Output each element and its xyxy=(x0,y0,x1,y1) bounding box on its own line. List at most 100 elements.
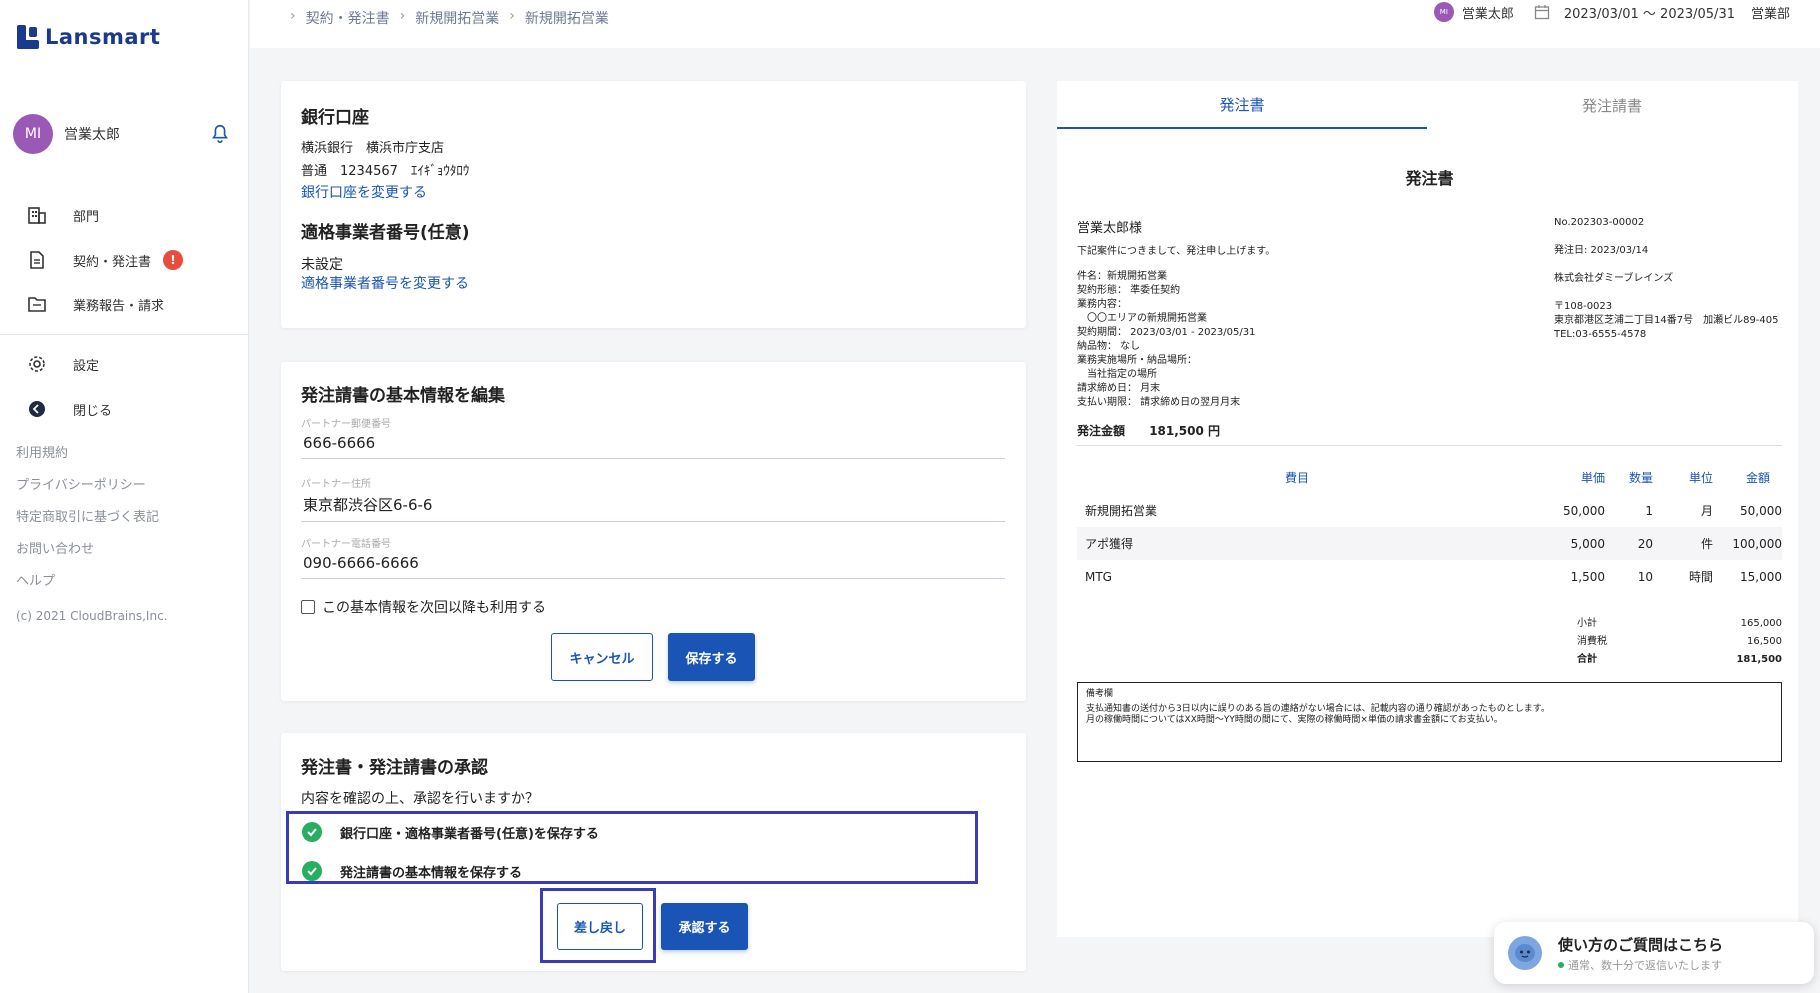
cancel-button[interactable]: キャンセル xyxy=(551,633,653,681)
cell-item: アポ獲得 xyxy=(1085,537,1134,551)
cell-item: 新規開拓営業 xyxy=(1085,504,1158,518)
sidebar-item-reports[interactable]: 業務報告・請求 xyxy=(25,289,164,319)
invoice-value: 未設定 xyxy=(301,257,343,273)
user-name: 営業太郎 xyxy=(64,127,120,143)
document-preview: 発注書 発注請書 発注書 営業太郎様 下記案件につきまして、発注申し上げます。 … xyxy=(1057,81,1798,937)
cell-price: 5,000 xyxy=(1570,536,1605,551)
chat-sub: 通常、数十分で返信いたします xyxy=(1568,958,1722,972)
basic-title: 発注請書の基本情報を編集 xyxy=(301,386,505,406)
detail-line: 業務内容： xyxy=(1077,299,1127,310)
link-contact[interactable]: お問い合わせ xyxy=(16,540,159,572)
phone-field[interactable]: パートナー電話番号 090-6666-6666 xyxy=(301,535,1005,579)
gear-icon xyxy=(25,352,49,376)
order-amount: 発注金額 181,500 円 xyxy=(1077,422,1220,439)
check-label: 銀行口座・適格事業者番号(任意)を保存する xyxy=(340,826,599,842)
user-profile: MI 営業太郎 xyxy=(13,114,231,154)
sidebar-item-label: 業務報告・請求 xyxy=(73,298,165,314)
approval-question: 内容を確認の上、承認を行いますか？ xyxy=(301,791,539,807)
link-legal[interactable]: 特定商取引に基づく表記 xyxy=(16,508,159,540)
building-icon xyxy=(25,203,49,227)
cell-price: 1,500 xyxy=(1570,569,1605,584)
cell-qty: 10 xyxy=(1637,569,1653,584)
cell-price: 50,000 xyxy=(1563,503,1605,518)
divider xyxy=(1077,445,1782,446)
checks-highlight: 銀行口座・適格事業者番号(任意)を保存する 発注請書の基本情報を保存する xyxy=(286,811,978,884)
cell-amount: 15,000 xyxy=(1740,569,1782,584)
bank-card: 銀行口座 横浜銀行 横浜市庁支店 普通 1234567 ｴｲｷﾞｮｳﾀﾛｳ 銀行… xyxy=(281,81,1026,328)
field-label: パートナー電話番号 xyxy=(301,539,391,550)
reuse-checkbox-row[interactable]: この基本情報を次回以降も利用する xyxy=(301,597,546,617)
detail-line: 納品物： なし xyxy=(1077,341,1141,352)
check-circle-icon xyxy=(302,822,322,842)
chat-title: 使い方のご質問はこちら xyxy=(1558,935,1724,954)
tax-row: 消費税 16,500 xyxy=(1577,633,1782,651)
detail-line: 当社指定の場所 xyxy=(1077,369,1157,380)
link-help[interactable]: ヘルプ xyxy=(16,572,159,604)
table-row: アポ獲得 5,000 20 件 100,000 xyxy=(1077,527,1782,560)
sidebar-item-close[interactable]: 閉じる xyxy=(25,394,112,424)
change-invoice-link[interactable]: 適格事業者番号を変更する xyxy=(301,273,469,293)
doc-title: 発注書 xyxy=(1405,169,1454,188)
tax-label: 消費税 xyxy=(1577,636,1607,647)
detail-line: 請求締め日： 月末 xyxy=(1077,383,1161,394)
total-label: 合計 xyxy=(1577,654,1597,665)
change-bank-link[interactable]: 銀行口座を変更する xyxy=(301,182,427,202)
sidebar-item-label: 契約・発注書 xyxy=(73,254,152,270)
reject-button[interactable]: 差し戻し xyxy=(557,903,643,950)
cell-qty: 1 xyxy=(1645,503,1653,518)
sidebar-item-settings[interactable]: 設定 xyxy=(25,349,99,379)
notes-line: 月の稼働時間についてはXX時間〜YY時間の間にて、実際の稼働時間×単価の請求書金… xyxy=(1086,715,1503,725)
address-input[interactable]: 東京都渋谷区6-6-6 xyxy=(301,490,1005,522)
avatar[interactable]: MI xyxy=(1433,2,1454,22)
breadcrumb-item: 新規開拓営業 xyxy=(524,11,609,27)
doc-intro: 下記案件につきまして、発注申し上げます。 xyxy=(1077,246,1276,257)
alert-icon: ! xyxy=(163,250,184,270)
check-label: 発注請書の基本情報を保存する xyxy=(340,865,523,881)
breadcrumb-item[interactable]: 新規開拓営業 xyxy=(415,8,499,28)
amount-label: 発注金額 xyxy=(1077,424,1126,438)
notes-title: 備考欄 xyxy=(1086,689,1114,699)
table-row: MTG 1,500 10 時間 15,000 xyxy=(1077,560,1782,593)
cell-amount: 50,000 xyxy=(1740,503,1782,518)
address-field[interactable]: パートナー住所 東京都渋谷区6-6-6 xyxy=(301,475,1005,522)
logo-text: Lansmart xyxy=(45,25,161,49)
issuer-block: No.202303-00002 発注日: 2023/03/14 株式会社ダミーブ… xyxy=(1554,216,1779,342)
approval-title: 発注書・発注請書の承認 xyxy=(301,758,488,778)
header-user-name: 営業太郎 xyxy=(1461,6,1514,22)
table-row: 新規開拓営業 50,000 1 月 50,000 xyxy=(1077,494,1782,527)
help-chat-widget[interactable]: 使い方のご質問はこちら 通常、数十分で返信いたします xyxy=(1494,922,1814,984)
doc-number: No.202303-00002 xyxy=(1554,217,1645,228)
save-button[interactable]: 保存する xyxy=(668,633,755,681)
app-logo[interactable]: Lansmart xyxy=(17,25,160,49)
phone-input[interactable]: 090-6666-6666 xyxy=(301,550,1005,579)
footer-links: 利用規約 プライバシーポリシー 特定商取引に基づく表記 お問い合わせ ヘルプ xyxy=(16,444,159,604)
notes-box: 備考欄 支払通知書の送付から3日以内に誤りのある旨の連絡がない場合には、記載内容… xyxy=(1077,682,1782,762)
copyright: (c) 2021 CloudBrains,Inc. xyxy=(16,609,168,623)
detail-line: 契約形態： 準委任契約 xyxy=(1077,285,1181,296)
period: 2023/03/01 ～ 2023/05/31 xyxy=(1563,6,1735,22)
reuse-checkbox[interactable] xyxy=(301,600,315,614)
avatar[interactable]: MI xyxy=(13,114,53,154)
approve-button[interactable]: 承認する xyxy=(661,903,748,950)
zip-field[interactable]: パートナー郵便番号 666-6666 xyxy=(301,415,1005,459)
breadcrumb-item[interactable]: 契約・発注書 xyxy=(306,8,390,28)
total-value: 181,500 xyxy=(1736,654,1782,665)
link-privacy[interactable]: プライバシーポリシー xyxy=(16,476,159,508)
divider xyxy=(0,334,249,335)
document-icon xyxy=(25,248,49,272)
sidebar: Lansmart MI 営業太郎 部門 契約・発注書 ! 業務報告・請求 設定 … xyxy=(0,0,249,993)
table-header-row: 費目 単価 数量 単位 金額 xyxy=(1077,461,1782,494)
sidebar-item-department[interactable]: 部門 xyxy=(25,200,99,230)
col-header: 数量 xyxy=(1628,471,1653,485)
sidebar-item-contracts[interactable]: 契約・発注書 ! xyxy=(25,245,184,275)
bell-icon[interactable] xyxy=(209,123,231,145)
online-status-icon xyxy=(1558,961,1564,968)
issue-date: 発注日: 2023/03/14 xyxy=(1554,245,1649,256)
check-item: 発注請書の基本情報を保存する xyxy=(302,861,522,881)
cell-unit: 時間 xyxy=(1688,570,1713,584)
link-terms[interactable]: 利用規約 xyxy=(16,444,159,476)
field-label: パートナー住所 xyxy=(301,479,371,490)
zip-input[interactable]: 666-6666 xyxy=(301,430,1005,459)
header-dept: 営業部 xyxy=(1750,6,1790,22)
check-circle-icon xyxy=(302,861,322,881)
